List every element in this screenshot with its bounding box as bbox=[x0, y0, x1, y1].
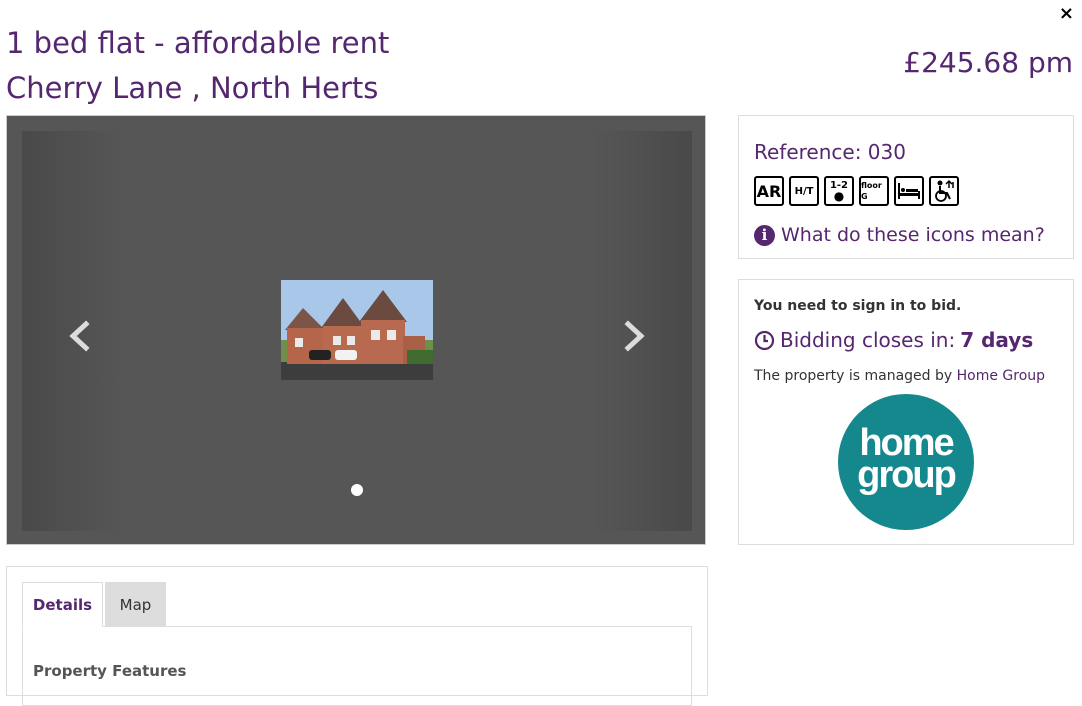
tab-details[interactable]: Details bbox=[22, 582, 103, 627]
close-button[interactable]: × bbox=[1059, 3, 1074, 25]
property-features-heading: Property Features bbox=[33, 662, 187, 680]
chevron-left-icon bbox=[69, 320, 90, 352]
bed-icon bbox=[898, 183, 920, 199]
bidding-closes-value: 7 days bbox=[960, 328, 1034, 352]
chevron-right-icon bbox=[624, 320, 645, 352]
floor-level-icon: floor G bbox=[859, 176, 889, 206]
wheelchair-icon bbox=[935, 179, 954, 202]
icons-help-label: What do these icons mean? bbox=[781, 224, 1045, 246]
photo-carousel bbox=[6, 115, 706, 545]
floor-level-icon-label: floor G bbox=[861, 181, 882, 201]
property-price: £245.68 pm bbox=[903, 46, 1073, 79]
bedroom-icon bbox=[894, 176, 924, 206]
property-title: 1 bed flat - affordable rent bbox=[6, 26, 390, 60]
reference-number: Reference: 030 bbox=[754, 140, 906, 164]
icons-help-link[interactable]: i What do these icons mean? bbox=[754, 224, 1045, 246]
reference-panel: Reference: 030 AR H/T 1-2 ● floor G i Wh… bbox=[738, 115, 1074, 259]
landlord-logo: home group bbox=[838, 394, 974, 530]
sign-in-notice: You need to sign in to bid. bbox=[754, 298, 962, 314]
bidding-panel: You need to sign in to bid. Bidding clos… bbox=[738, 279, 1074, 545]
carousel-next-button[interactable] bbox=[614, 316, 654, 356]
person-glyph: ● bbox=[833, 189, 845, 203]
carousel-inner bbox=[22, 131, 692, 531]
property-location: Cherry Lane , North Herts bbox=[6, 71, 379, 105]
managed-by-label: The property is managed by bbox=[754, 368, 953, 384]
carousel-prev-button[interactable] bbox=[60, 316, 100, 356]
info-icon: i bbox=[754, 224, 775, 246]
clock-icon bbox=[754, 330, 775, 350]
carousel-indicator[interactable] bbox=[351, 484, 363, 496]
logo-line-2: group bbox=[857, 454, 957, 496]
property-icons: AR H/T 1-2 ● floor G bbox=[754, 176, 959, 206]
tab-map[interactable]: Map bbox=[105, 582, 166, 627]
managed-by: The property is managed by Home Group bbox=[754, 368, 1045, 384]
accessible-icon bbox=[929, 176, 959, 206]
affordable-rent-icon: AR bbox=[754, 176, 784, 206]
tab-content: Property Features bbox=[22, 626, 692, 706]
property-photo[interactable] bbox=[281, 280, 433, 380]
landlord-link[interactable]: Home Group bbox=[957, 368, 1045, 384]
bidding-closes: Bidding closes in: 7 days bbox=[754, 328, 1033, 352]
occupancy-icon: 1-2 ● bbox=[824, 176, 854, 206]
details-tabs-panel: Details Map Property Features bbox=[6, 566, 708, 706]
bidding-closes-label: Bidding closes in: bbox=[780, 328, 956, 352]
housing-type-icon: H/T bbox=[789, 176, 819, 206]
